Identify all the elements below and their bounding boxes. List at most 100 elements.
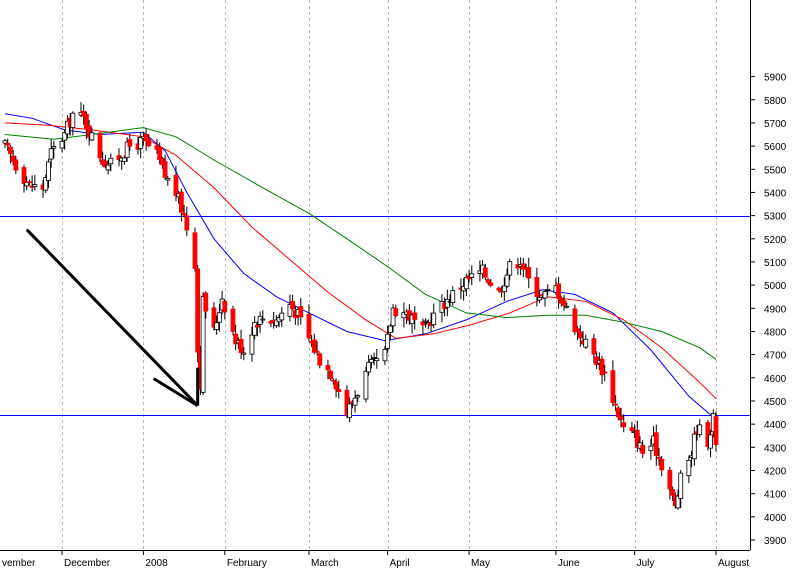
candle-up xyxy=(122,157,127,162)
candle-up xyxy=(583,338,589,348)
candle-down xyxy=(184,215,190,231)
y-tick-label: 4900 xyxy=(764,304,787,315)
y-tick-label: 4700 xyxy=(764,351,787,362)
x-tick-label: February xyxy=(227,558,267,569)
candle-up xyxy=(46,161,51,181)
y-tick-label: 5900 xyxy=(764,73,787,84)
candle-up xyxy=(537,297,543,301)
candle-down xyxy=(192,232,198,269)
candle-up xyxy=(89,132,95,141)
candle-down xyxy=(325,364,331,371)
candle-up xyxy=(138,137,144,149)
y-tick-label: 5500 xyxy=(764,165,787,176)
candle-up xyxy=(279,312,285,321)
candle-up xyxy=(216,312,222,323)
x-tick-label: April xyxy=(390,558,410,569)
candle-down xyxy=(127,139,133,147)
candle-up xyxy=(105,164,111,171)
candle-down xyxy=(610,370,616,403)
candle-down xyxy=(613,403,618,406)
candle-up xyxy=(501,285,507,293)
candle-up xyxy=(697,424,703,436)
y-tick-label: 4600 xyxy=(764,374,787,385)
candle-down xyxy=(640,444,646,454)
candle-down xyxy=(653,432,659,456)
candle-down xyxy=(621,422,627,428)
y-tick-label: 5100 xyxy=(764,258,787,269)
candle-down xyxy=(412,312,418,320)
candle-down xyxy=(534,277,540,297)
candle-down xyxy=(330,379,336,382)
x-tick-label: August xyxy=(718,558,749,569)
candle-down xyxy=(602,371,608,374)
candle-down xyxy=(306,314,312,339)
candle-up xyxy=(382,348,388,362)
candle-up xyxy=(70,112,76,128)
candle-down xyxy=(713,416,719,445)
candle-up xyxy=(387,325,393,333)
y-tick-label: 5400 xyxy=(764,188,787,199)
candle-up xyxy=(450,290,456,304)
candle-up xyxy=(708,434,713,449)
candle-down xyxy=(656,456,662,459)
y-tick-label: 5200 xyxy=(764,235,787,246)
y-tick-label: 4400 xyxy=(764,420,787,431)
x-tick-label: July xyxy=(637,558,655,569)
candle-down xyxy=(393,308,399,317)
y-tick-label: 4200 xyxy=(764,466,787,477)
y-tick-label: 5800 xyxy=(764,96,787,107)
candle-down xyxy=(488,282,494,286)
candle-down xyxy=(178,191,184,213)
candle-down xyxy=(485,279,491,283)
candle-down xyxy=(618,415,624,421)
candle-down xyxy=(238,338,244,354)
candle-up xyxy=(352,397,358,406)
candle-up xyxy=(678,472,684,499)
candle-up xyxy=(423,320,429,323)
candle-down xyxy=(482,267,488,278)
y-tick-label: 3900 xyxy=(764,536,787,547)
candle-up xyxy=(385,333,391,349)
candle-down xyxy=(659,458,665,471)
candle-up xyxy=(32,184,38,188)
candle-up xyxy=(51,146,57,149)
candle-up xyxy=(542,290,548,299)
candle-down xyxy=(8,146,13,155)
y-tick-label: 4500 xyxy=(764,397,787,408)
candle-down xyxy=(195,268,201,353)
candle-down xyxy=(5,142,11,146)
candle-down xyxy=(317,353,323,366)
candle-down xyxy=(526,267,532,279)
candle-up xyxy=(444,298,450,308)
candle-down xyxy=(21,167,27,185)
y-tick-label: 5700 xyxy=(764,119,787,130)
candle-down xyxy=(162,161,168,178)
y-tick-label: 4800 xyxy=(764,327,787,338)
candle-down xyxy=(420,321,426,326)
candle-down xyxy=(670,489,675,496)
candle-down xyxy=(591,338,597,355)
candle-up xyxy=(545,289,551,291)
y-tick-label: 5000 xyxy=(764,281,787,292)
candle-up xyxy=(648,445,654,452)
candle-up xyxy=(249,334,255,355)
candle-down xyxy=(314,350,320,353)
candle-up xyxy=(366,361,372,373)
candle-up xyxy=(214,322,220,330)
candle-down xyxy=(173,174,179,197)
candle-down xyxy=(561,300,567,306)
candle-up xyxy=(691,433,697,460)
candle-up xyxy=(59,140,65,149)
candle-down xyxy=(577,331,583,339)
candle-down xyxy=(146,138,152,147)
x-tick-label: March xyxy=(311,558,339,569)
candle-down xyxy=(222,301,228,313)
candle-down xyxy=(27,181,32,184)
candle-up xyxy=(165,178,171,181)
candle-down xyxy=(157,147,163,160)
candle-up xyxy=(355,395,361,398)
candle-down xyxy=(575,328,580,332)
candle-down xyxy=(254,324,260,328)
candle-up xyxy=(504,274,510,287)
candle-up xyxy=(686,460,692,477)
